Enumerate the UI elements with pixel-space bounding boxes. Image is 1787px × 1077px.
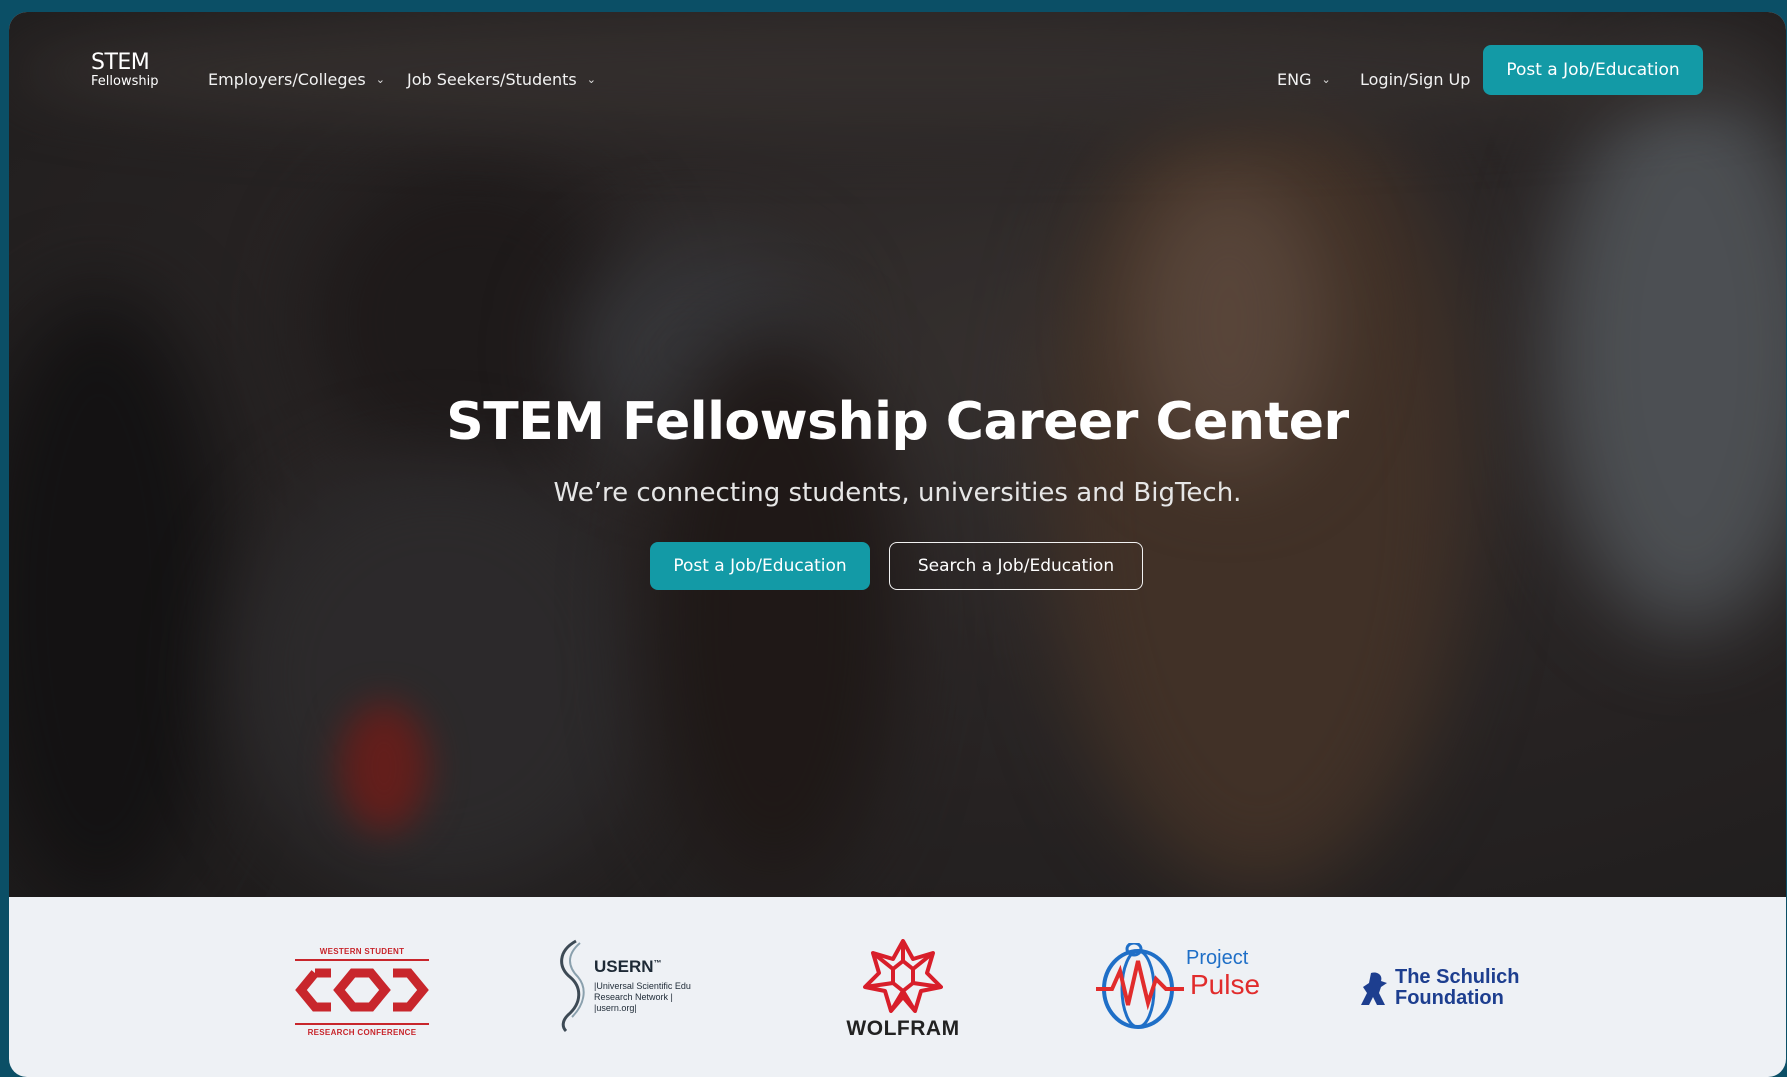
pulse-globe-icon xyxy=(1096,943,1184,1029)
top-navigation: STEM Fellowship Employers/Colleges ⌄ Job… xyxy=(9,12,1786,127)
schulich-line1: The Schulich xyxy=(1395,966,1520,988)
login-signup-label: Login/Sign Up xyxy=(1360,70,1471,89)
hero-overlay xyxy=(9,12,1786,897)
usern-figure-icon xyxy=(560,939,585,1033)
language-selector[interactable]: ENG ⌄ xyxy=(1277,70,1331,89)
page-subtitle: We’re connecting students, universities … xyxy=(553,478,1242,508)
western-bottom-text: RESEARCH CONFERENCE xyxy=(307,1028,417,1037)
logo-line1: STEM xyxy=(91,50,150,75)
partner-wolfram-logo[interactable]: WOLFRAM xyxy=(833,939,973,1043)
pulse-line2: Pulse xyxy=(1190,969,1261,1000)
wolfram-spikey-icon xyxy=(863,939,943,1013)
usern-line1: |Universal Scientific Edu xyxy=(594,981,691,991)
partner-usern-logo[interactable]: USERN™ |Universal Scientific Edu Researc… xyxy=(552,937,722,1037)
search-job-button[interactable]: Search a Job/Education xyxy=(889,542,1143,590)
partner-schulich-logo[interactable]: The Schulich Foundation xyxy=(1359,967,1549,1013)
chevron-down-icon: ⌄ xyxy=(1321,73,1331,86)
western-top-text: WESTERN STUDENT xyxy=(319,947,405,956)
nav-employers-label: Employers/Colleges xyxy=(208,70,366,89)
usern-line3: |usern.org| xyxy=(594,1003,637,1013)
hero-section: STEM Fellowship Employers/Colleges ⌄ Job… xyxy=(9,12,1786,897)
partner-western-logo[interactable]: WESTERN STUDENT RESEARCH CONFERENCE xyxy=(295,947,429,1043)
schulich-lion-icon xyxy=(1361,972,1387,1005)
wolfram-name: WOLFRAM xyxy=(846,1017,960,1040)
usern-line2: Research Network | xyxy=(594,992,673,1002)
chevron-down-icon: ⌄ xyxy=(375,73,385,86)
nav-employers-dropdown[interactable]: Employers/Colleges ⌄ xyxy=(208,70,385,89)
post-job-button[interactable]: Post a Job/Education xyxy=(650,542,870,590)
chevron-down-icon: ⌄ xyxy=(586,73,596,86)
western-emblem-icon xyxy=(295,968,429,1012)
divider xyxy=(295,1023,429,1025)
page-title: STEM Fellowship Career Center xyxy=(446,392,1349,452)
partner-project-pulse-logo[interactable]: Project Pulse xyxy=(1094,943,1264,1033)
schulich-line2: Foundation xyxy=(1395,987,1504,1009)
nav-jobseekers-dropdown[interactable]: Job Seekers/Students ⌄ xyxy=(407,70,596,89)
nav-post-job-button[interactable]: Post a Job/Education xyxy=(1483,45,1703,95)
nav-jobseekers-label: Job Seekers/Students xyxy=(407,70,577,89)
stem-fellowship-logo[interactable]: STEM Fellowship xyxy=(91,50,159,89)
logo-line2: Fellowship xyxy=(91,74,159,89)
usern-tm: ™ xyxy=(653,958,662,968)
usern-name: USERN xyxy=(594,957,654,976)
pulse-line1: Project xyxy=(1186,947,1249,969)
partner-logos-strip: WESTERN STUDENT RESEARCH CONFERENCE USER… xyxy=(9,897,1786,1077)
language-label: ENG xyxy=(1277,70,1312,89)
browser-window: STEM Fellowship Employers/Colleges ⌄ Job… xyxy=(9,12,1786,1077)
divider xyxy=(295,959,429,961)
login-signup-link[interactable]: Login/Sign Up xyxy=(1360,70,1470,89)
